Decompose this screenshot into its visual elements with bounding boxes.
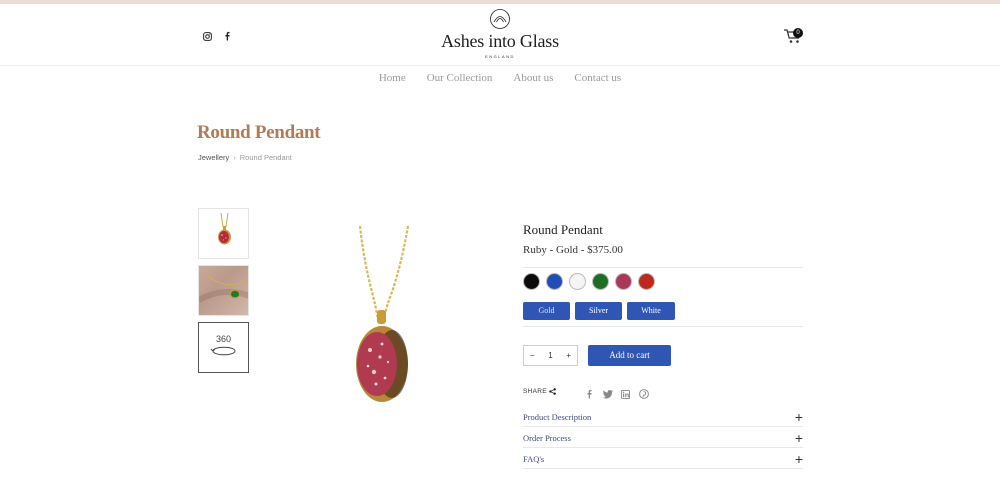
nav-home[interactable]: Home: [379, 72, 406, 84]
accordion-label: Product Description: [523, 412, 592, 422]
thumbnail-worn-pendant[interactable]: [198, 265, 249, 316]
divider: [523, 447, 803, 448]
brand-name: Ashes into Glass: [441, 31, 559, 51]
main-navigation: Home Our Collection About us Contact us: [0, 72, 1000, 84]
site-header: Ashes into Glass ENGLAND 0: [0, 4, 1000, 66]
brand-subtitle: ENGLAND: [485, 54, 515, 59]
rotate-360-icon: [210, 346, 235, 356]
divider: [523, 468, 803, 469]
qty-decrease-button[interactable]: −: [530, 351, 535, 360]
accordion-label: FAQ's: [523, 454, 545, 464]
share-text: SHARE: [523, 388, 547, 395]
qty-value[interactable]: 1: [548, 351, 552, 360]
nav-contact-us[interactable]: Contact us: [574, 72, 621, 84]
swatch-green[interactable]: [592, 273, 609, 290]
social-links: [203, 28, 233, 41]
worn-pendant-image: [199, 275, 248, 303]
divider: [523, 426, 803, 427]
product-main-image: [356, 225, 410, 402]
divider: [523, 326, 803, 327]
share-links: [585, 386, 649, 399]
logo-mark-icon: [490, 9, 510, 29]
page-title: Round Pendant: [197, 122, 321, 143]
qty-increase-button[interactable]: +: [566, 351, 571, 360]
accordion-label: Order Process: [523, 433, 571, 443]
divider: [523, 267, 803, 268]
plus-icon[interactable]: +: [795, 430, 803, 446]
swatch-black[interactable]: [523, 273, 540, 290]
facebook-icon[interactable]: [585, 386, 595, 399]
nav-about-us[interactable]: About us: [513, 72, 553, 84]
linkedin-icon[interactable]: [621, 386, 631, 399]
label-360: 360: [215, 334, 232, 344]
pinterest-icon[interactable]: [639, 386, 649, 399]
swatch-white[interactable]: [569, 273, 586, 290]
add-to-cart-button[interactable]: Add to cart: [588, 345, 671, 366]
brand-logo[interactable]: Ashes into Glass ENGLAND: [440, 8, 560, 59]
metal-silver-button[interactable]: Silver: [575, 302, 622, 320]
metal-white-gold-button[interactable]: White Gold: [627, 302, 675, 333]
cart-count-badge: 0: [793, 28, 803, 38]
swatch-red[interactable]: [638, 273, 655, 290]
twitter-icon[interactable]: [603, 386, 613, 399]
facebook-icon[interactable]: [223, 28, 233, 41]
breadcrumb-jewellery[interactable]: Jewellery: [198, 153, 229, 162]
share-label: SHARE: [523, 388, 556, 395]
thumbnail-pendant[interactable]: [198, 208, 249, 259]
nav-our-collection[interactable]: Our Collection: [427, 72, 493, 84]
share-icon: [549, 388, 556, 395]
plus-icon[interactable]: +: [795, 409, 803, 425]
swatch-blue[interactable]: [546, 273, 563, 290]
metal-options: Gold Silver White Gold: [523, 302, 675, 333]
product-title: Round Pendant: [523, 222, 603, 237]
pendant-thumbnail-image: [218, 212, 231, 245]
breadcrumb-separator: ›: [233, 153, 236, 162]
instagram-icon[interactable]: [203, 28, 213, 41]
breadcrumb-current: Round Pendant: [239, 153, 292, 162]
thumbnail-360-view[interactable]: 360: [198, 322, 249, 373]
quantity-stepper: − 1 +: [523, 345, 578, 366]
breadcrumb: Jewellery › Round Pendant: [198, 153, 292, 162]
product-price: Ruby - Gold - $375.00: [523, 244, 623, 256]
metal-gold-button[interactable]: Gold: [523, 302, 570, 320]
plus-icon[interactable]: +: [795, 451, 803, 467]
swatch-pink[interactable]: [615, 273, 632, 290]
color-swatches: [523, 273, 655, 290]
